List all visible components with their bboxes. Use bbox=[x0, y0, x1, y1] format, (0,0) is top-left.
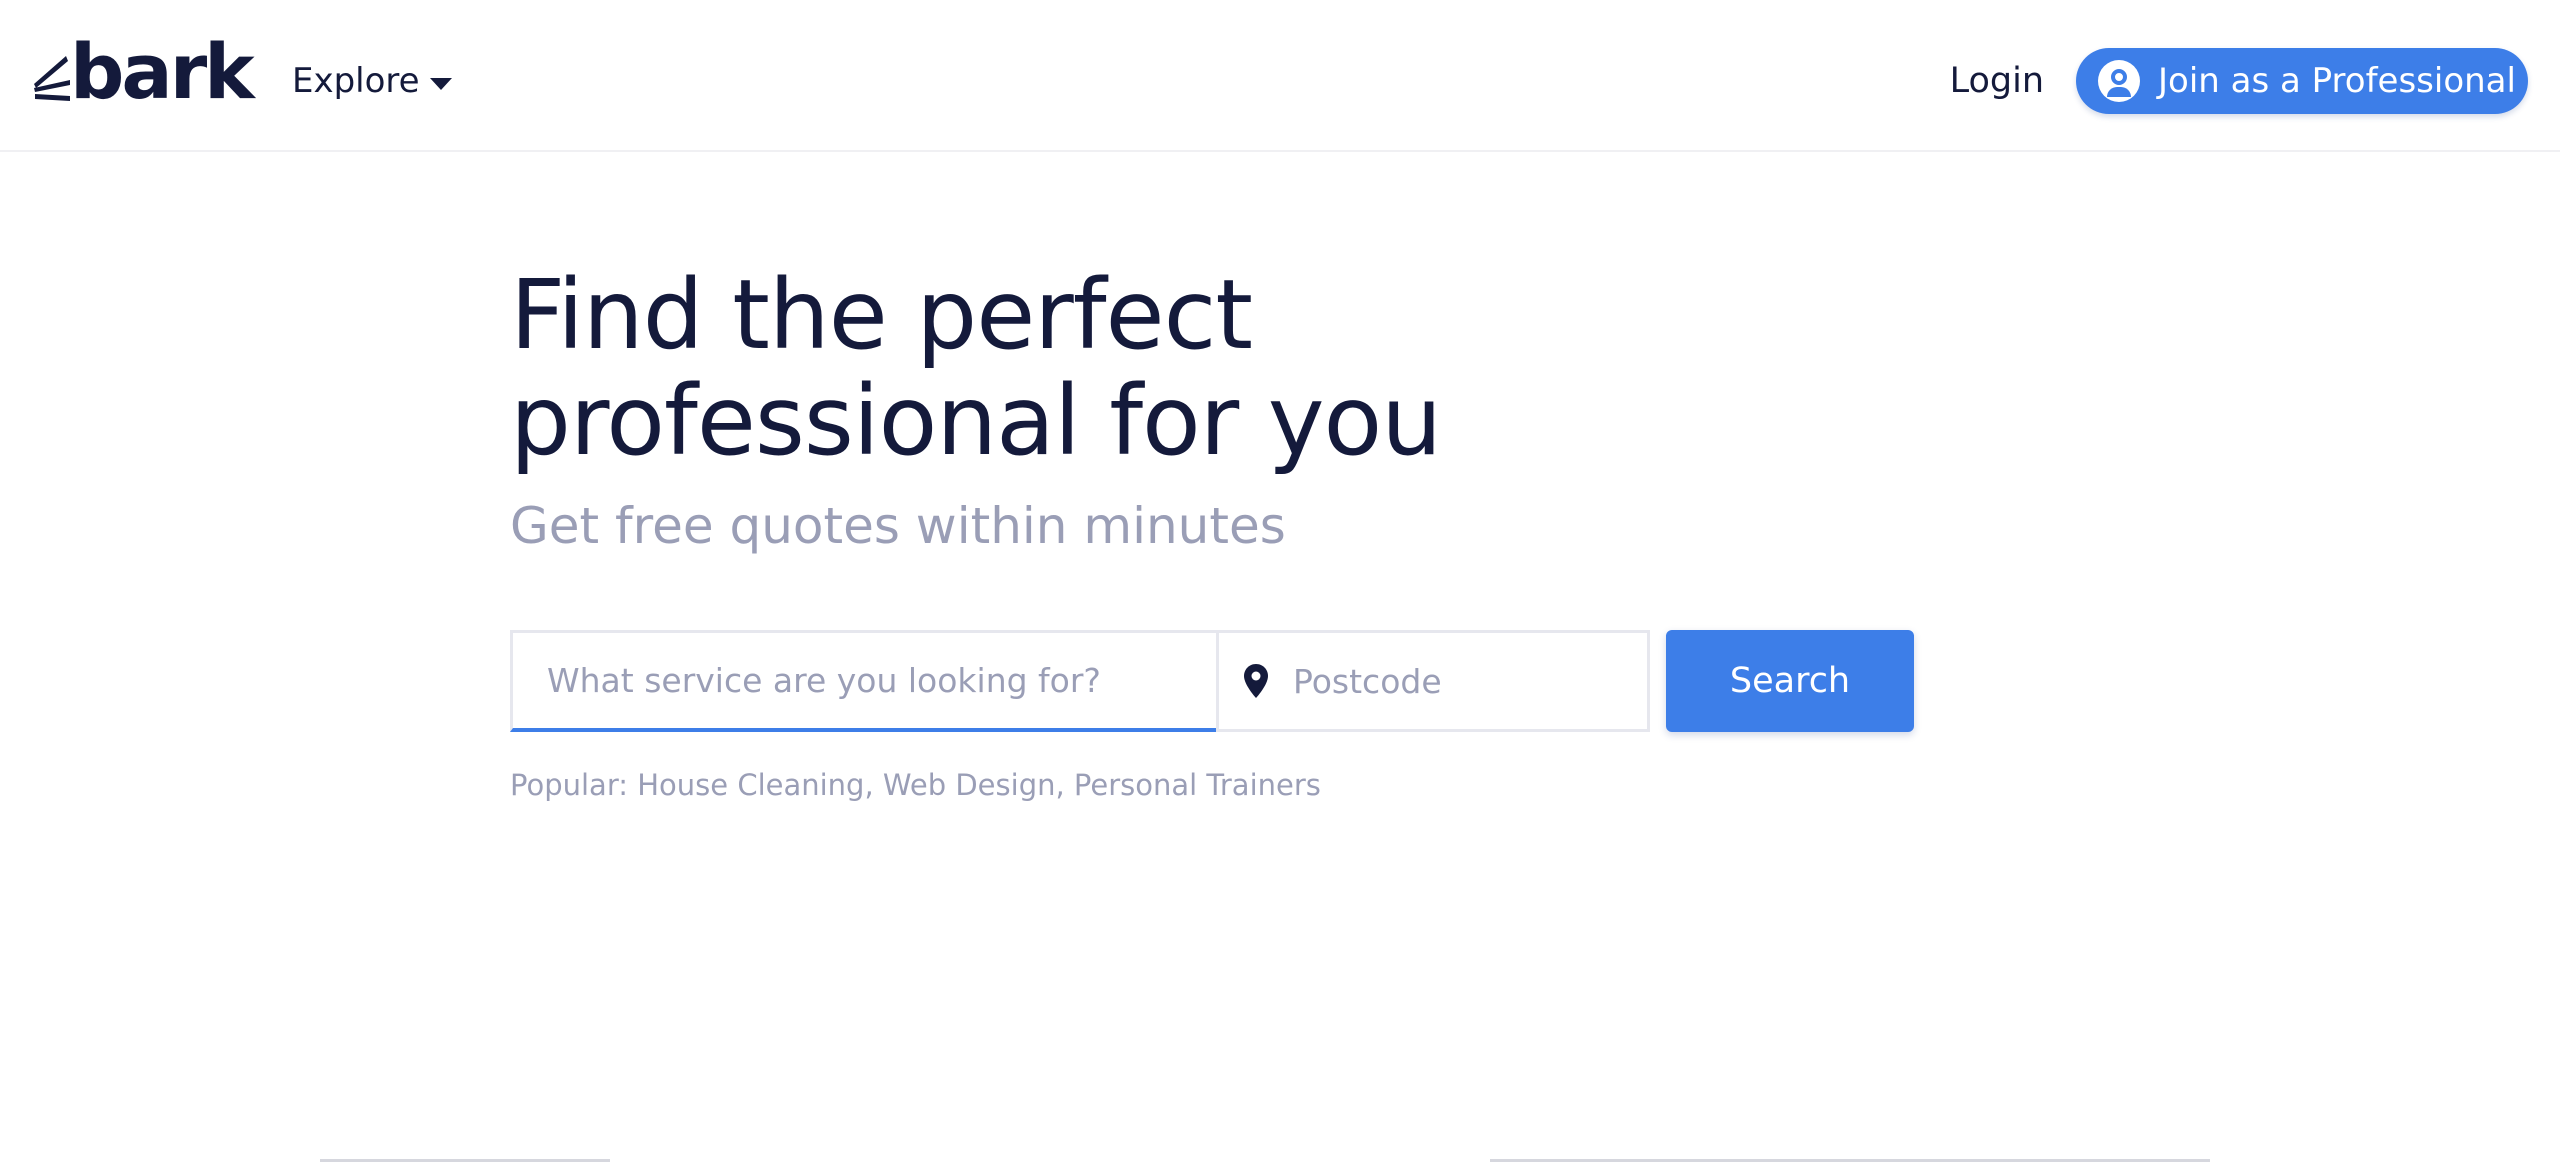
logo-text: bark bbox=[70, 27, 255, 116]
site-header: bark Explore Login Join as a Professiona… bbox=[0, 0, 2560, 152]
page-title-line-1: Find the perfect bbox=[510, 259, 1253, 371]
explore-label: Explore bbox=[292, 61, 420, 101]
postcode-field bbox=[1216, 630, 1711, 732]
popular-prefix: Popular: bbox=[510, 768, 628, 802]
join-button-label: Join as a Professional bbox=[2158, 61, 2516, 101]
map-pin-icon bbox=[1244, 664, 1268, 698]
page-title-line-2: professional for you bbox=[510, 365, 1442, 477]
popular-searches: Popular: House Cleaning, Web Design, Per… bbox=[510, 765, 1321, 805]
search-button[interactable]: Search bbox=[1666, 630, 1914, 732]
service-search-field bbox=[510, 630, 1216, 732]
service-search-input[interactable] bbox=[513, 633, 1216, 728]
bark-logo[interactable]: bark bbox=[30, 34, 255, 112]
popular-separator: , bbox=[864, 768, 874, 802]
postcode-input[interactable] bbox=[1269, 633, 1711, 729]
join-as-professional-button[interactable]: Join as a Professional bbox=[2076, 48, 2528, 114]
popular-separator: , bbox=[1055, 768, 1065, 802]
bark-logo-icon bbox=[34, 56, 70, 101]
login-link[interactable]: Login bbox=[1950, 58, 2044, 104]
page-subtitle: Get free quotes within minutes bbox=[510, 497, 1286, 555]
page-title: Find the perfect professional for you bbox=[510, 262, 1510, 474]
popular-link-personal-trainers[interactable]: Personal Trainers bbox=[1074, 768, 1321, 802]
chevron-down-icon bbox=[429, 78, 452, 90]
user-circle-icon bbox=[2098, 60, 2140, 102]
popular-link-house-cleaning[interactable]: House Cleaning bbox=[637, 768, 864, 802]
popular-link-web-design[interactable]: Web Design bbox=[883, 768, 1056, 802]
explore-menu[interactable]: Explore bbox=[292, 58, 452, 104]
